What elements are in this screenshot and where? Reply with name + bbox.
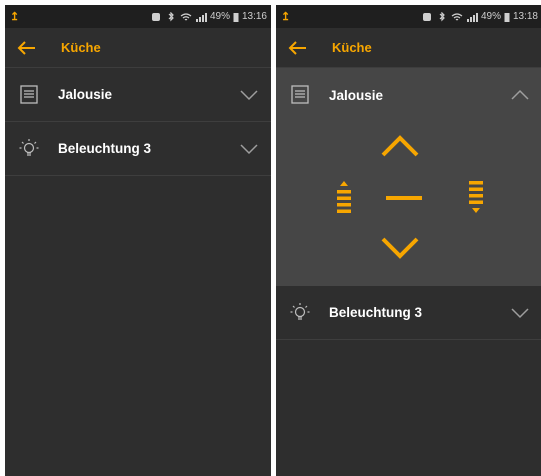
- app-bar: Küche: [5, 28, 271, 68]
- device-row-jalousie[interactable]: Jalousie: [5, 68, 271, 122]
- lightbulb-icon: [290, 302, 310, 320]
- screen-expanded: ↥ 49% 13:18 Küche Jalousie Beleuchtung 3: [276, 5, 541, 476]
- step-up-button[interactable]: [334, 180, 354, 214]
- device-label: Jalousie: [58, 87, 113, 102]
- blind-controls: [276, 122, 541, 286]
- battery-percent: 49%: [209, 11, 230, 22]
- back-arrow-icon[interactable]: [15, 40, 37, 56]
- blind-icon: [20, 84, 38, 104]
- device-row-beleuchtung[interactable]: Beleuchtung 3: [276, 286, 541, 340]
- clock: 13:16: [241, 11, 267, 22]
- expanded-panel-jalousie: Jalousie: [276, 68, 541, 286]
- device-row-jalousie[interactable]: Jalousie: [276, 68, 541, 122]
- back-arrow-icon[interactable]: [286, 40, 308, 56]
- page-title: Küche: [61, 40, 101, 55]
- lightbulb-icon: [19, 138, 39, 156]
- move-down-button[interactable]: [380, 234, 420, 264]
- device-label: Beleuchtung 3: [329, 305, 423, 320]
- battery-icon: [233, 12, 239, 22]
- blind-icon: [291, 85, 309, 104]
- stop-button[interactable]: [386, 194, 422, 202]
- chevron-up-icon[interactable]: [510, 89, 530, 101]
- status-icons: 49% 13:18: [421, 11, 538, 22]
- signal-icon: [195, 12, 207, 22]
- move-up-button[interactable]: [380, 130, 420, 160]
- device-row-beleuchtung[interactable]: Beleuchtung 3: [5, 122, 271, 176]
- device-label: Jalousie: [329, 87, 384, 103]
- wifi-icon: [451, 12, 463, 20]
- wifi-icon: [180, 12, 192, 20]
- page-title: Küche: [332, 40, 372, 55]
- upload-icon: ↥: [281, 11, 291, 23]
- status-icons: 49% 13:16: [150, 11, 267, 22]
- status-bar: ↥ 49% 13:18: [276, 5, 541, 28]
- chevron-down-icon[interactable]: [510, 307, 530, 319]
- screen-collapsed: ↥ 49% 13:16 Küche Jalousie Beleuchtung 3: [5, 5, 271, 476]
- chevron-down-icon[interactable]: [239, 89, 259, 101]
- signal-icon: [466, 12, 478, 22]
- upload-icon: ↥: [10, 11, 20, 23]
- status-bar: ↥ 49% 13:16: [5, 5, 271, 28]
- alarm-icon: [151, 12, 160, 21]
- clock: 13:18: [512, 11, 538, 22]
- battery-percent: 49%: [480, 11, 501, 22]
- chevron-down-icon[interactable]: [239, 143, 259, 155]
- step-down-button[interactable]: [466, 180, 486, 214]
- device-label: Beleuchtung 3: [58, 141, 152, 156]
- alarm-icon: [422, 12, 431, 21]
- bluetooth-icon: [168, 11, 174, 21]
- bluetooth-icon: [439, 11, 445, 21]
- app-bar: Küche: [276, 28, 541, 68]
- battery-icon: [504, 12, 510, 22]
